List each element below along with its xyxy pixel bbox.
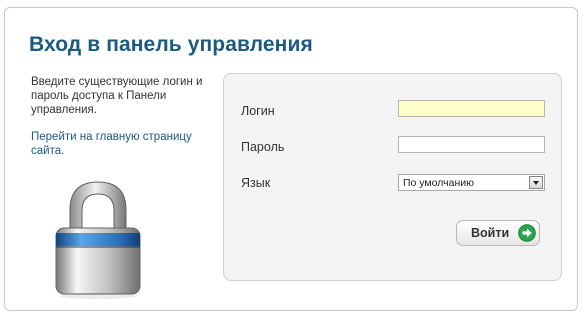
arrow-right-circle-icon — [518, 224, 536, 242]
lock-icon — [43, 180, 153, 300]
language-select[interactable]: По умолчанию — [398, 174, 545, 191]
login-button[interactable]: Войти — [456, 220, 540, 246]
login-form: Логин Пароль Язык По умолчанию Войти — [223, 73, 562, 281]
login-input[interactable] — [398, 100, 545, 117]
language-selected-value: По умолчанию — [403, 177, 475, 189]
login-panel: Вход в панель управления Введите существ… — [4, 7, 578, 311]
login-description: Введите существующие логин и пароль дост… — [31, 76, 203, 116]
password-label: Пароль — [241, 140, 285, 154]
home-page-link[interactable]: Перейти на главную страницу сайта. — [31, 130, 216, 158]
login-button-label: Войти — [471, 226, 510, 240]
language-label: Язык — [241, 176, 271, 190]
password-input[interactable] — [398, 136, 545, 153]
login-label: Логин — [241, 104, 275, 118]
chevron-down-icon — [529, 176, 543, 189]
page-title: Вход в панель управления — [29, 33, 313, 56]
